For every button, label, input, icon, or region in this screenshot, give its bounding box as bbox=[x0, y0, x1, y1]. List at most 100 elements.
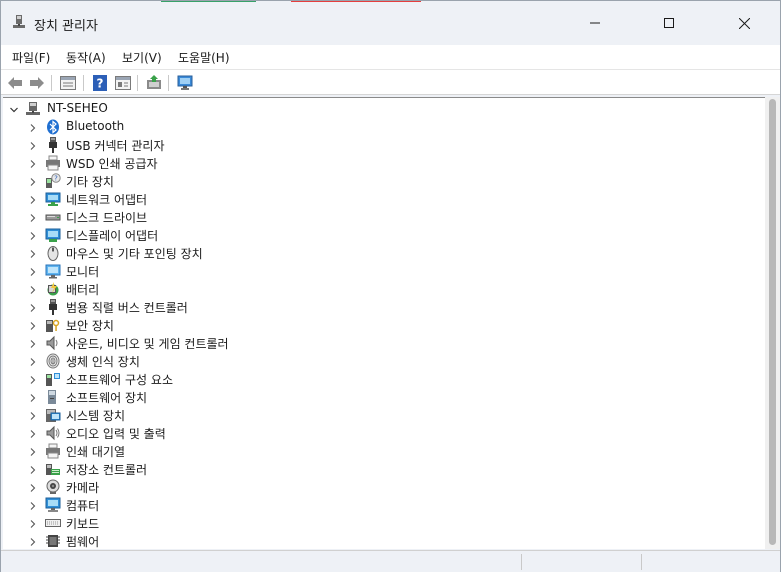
tree-item[interactable]: 범용 직렬 버스 컨트롤러 bbox=[3, 298, 763, 316]
tree-item[interactable]: 오디오 입력 및 출력 bbox=[3, 424, 763, 442]
tree-item[interactable]: 마우스 및 기타 포인팅 장치 bbox=[3, 244, 763, 262]
tree-item-label: 시스템 장치 bbox=[66, 409, 126, 423]
chevron-right-icon[interactable] bbox=[28, 230, 38, 240]
fingerprint-icon bbox=[45, 353, 61, 369]
print-queue-icon bbox=[45, 443, 61, 459]
tree-item[interactable]: 네트워크 어댑터 bbox=[3, 190, 763, 208]
title-bar[interactable]: 장치 관리자 bbox=[1, 1, 780, 45]
window-title: 장치 관리자 bbox=[34, 19, 98, 34]
status-cell bbox=[521, 554, 641, 570]
chevron-right-icon[interactable] bbox=[28, 482, 38, 492]
chevron-right-icon[interactable] bbox=[28, 140, 38, 150]
tree-item[interactable]: 보안 장치 bbox=[3, 316, 763, 334]
tree-item[interactable]: WSD 인쇄 공급자 bbox=[3, 154, 763, 172]
tree-item[interactable]: Bluetooth bbox=[3, 118, 763, 136]
minimize-button[interactable] bbox=[572, 1, 618, 45]
chevron-right-icon[interactable] bbox=[28, 176, 38, 186]
chevron-right-icon[interactable] bbox=[28, 356, 38, 366]
maximize-button[interactable] bbox=[646, 1, 692, 45]
chevron-right-icon[interactable] bbox=[28, 302, 38, 312]
tree-item[interactable]: USB 커넥터 관리자 bbox=[3, 136, 763, 154]
tree-item-label: 사운드, 비디오 및 게임 컨트롤러 bbox=[66, 337, 229, 351]
tree-item-label: 저장소 컨트롤러 bbox=[66, 463, 148, 477]
chevron-right-icon[interactable] bbox=[28, 410, 38, 420]
tree-item[interactable]: 소프트웨어 장치 bbox=[3, 388, 763, 406]
chevron-right-icon[interactable] bbox=[28, 536, 38, 546]
monitor-icon bbox=[45, 263, 61, 279]
monitor-scan-icon[interactable] bbox=[176, 74, 194, 92]
chevron-down-icon[interactable] bbox=[9, 104, 19, 114]
chevron-right-icon[interactable] bbox=[28, 194, 38, 204]
chevron-right-icon[interactable] bbox=[28, 212, 38, 222]
tree-item[interactable]: ? 기타 장치 bbox=[3, 172, 763, 190]
toolbar-separator bbox=[51, 75, 52, 91]
tree-item-label: 생체 인식 장치 bbox=[66, 355, 140, 369]
tree-item[interactable]: 카메라 bbox=[3, 478, 763, 496]
menu-view[interactable]: 보기(V) bbox=[122, 49, 162, 66]
tree-item-label: 소프트웨어 구성 요소 bbox=[66, 373, 173, 387]
tree-item[interactable]: 키보드 bbox=[3, 514, 763, 532]
chevron-right-icon[interactable] bbox=[28, 500, 38, 510]
svg-text:?: ? bbox=[97, 77, 104, 91]
computer-icon bbox=[45, 497, 61, 513]
tree-item-label: 범용 직렬 버스 컨트롤러 bbox=[66, 301, 188, 315]
details-view-icon[interactable] bbox=[114, 74, 132, 92]
tree-item[interactable]: 배터리 bbox=[3, 280, 763, 298]
chevron-right-icon[interactable] bbox=[28, 374, 38, 384]
tree-item[interactable]: 생체 인식 장치 bbox=[3, 352, 763, 370]
chevron-right-icon[interactable] bbox=[28, 158, 38, 168]
forward-icon[interactable] bbox=[28, 74, 46, 92]
chevron-right-icon[interactable] bbox=[28, 428, 38, 438]
tree-item-label: 소프트웨어 장치 bbox=[66, 391, 148, 405]
tree-item[interactable]: 소프트웨어 구성 요소 bbox=[3, 370, 763, 388]
tree-item-label: 네트워크 어댑터 bbox=[66, 193, 148, 207]
tree-item-label: 오디오 입력 및 출력 bbox=[66, 427, 166, 441]
chevron-right-icon[interactable] bbox=[28, 518, 38, 528]
tree-item[interactable]: 모니터 bbox=[3, 262, 763, 280]
chevron-right-icon[interactable] bbox=[28, 392, 38, 402]
tree-item-label: WSD 인쇄 공급자 bbox=[66, 157, 158, 171]
close-button[interactable] bbox=[721, 1, 767, 45]
tree-root-computer[interactable]: NT-SEHEO bbox=[3, 100, 763, 118]
chevron-right-icon[interactable] bbox=[28, 464, 38, 474]
tree-item-label: 디스플레이 어댑터 bbox=[66, 229, 159, 243]
network-adapter-icon bbox=[45, 191, 61, 207]
tree-item[interactable]: 사운드, 비디오 및 게임 컨트롤러 bbox=[3, 334, 763, 352]
chevron-right-icon[interactable] bbox=[28, 338, 38, 348]
toolbar-separator bbox=[137, 75, 138, 91]
tree-item[interactable]: 인쇄 대기열 bbox=[3, 442, 763, 460]
vertical-scrollbar[interactable] bbox=[765, 97, 780, 549]
chevron-right-icon[interactable] bbox=[28, 446, 38, 456]
sound-icon bbox=[45, 335, 61, 351]
status-bar bbox=[1, 550, 780, 572]
menu-action[interactable]: 동작(A) bbox=[66, 49, 106, 66]
computer-root-icon bbox=[25, 101, 41, 117]
properties-view-icon[interactable] bbox=[59, 74, 77, 92]
device-tree[interactable]: NT-SEHEO Bluetooth USB 커넥터 관리자 WSD 인쇄 공급자? 기… bbox=[3, 97, 765, 549]
tree-item[interactable]: 컴퓨터 bbox=[3, 496, 763, 514]
mouse-icon bbox=[45, 245, 61, 261]
tree-item[interactable]: 저장소 컨트롤러 bbox=[3, 460, 763, 478]
tree-item-label: 모니터 bbox=[66, 265, 100, 279]
toolbar-separator bbox=[168, 75, 169, 91]
tree-item[interactable]: 펌웨어 bbox=[3, 532, 763, 549]
update-driver-icon[interactable] bbox=[145, 74, 163, 92]
system-device-icon bbox=[45, 407, 61, 423]
menu-file[interactable]: 파일(F) bbox=[12, 49, 50, 66]
chevron-right-icon[interactable] bbox=[28, 266, 38, 276]
help-icon[interactable]: ? bbox=[91, 74, 109, 92]
chevron-right-icon[interactable] bbox=[28, 284, 38, 294]
tree-item[interactable]: 디스크 드라이브 bbox=[3, 208, 763, 226]
menu-help[interactable]: 도움말(H) bbox=[178, 49, 230, 66]
chevron-right-icon[interactable] bbox=[28, 122, 38, 132]
scrollbar-thumb[interactable] bbox=[769, 99, 776, 545]
bluetooth-icon bbox=[45, 119, 61, 135]
tree-item-label: 배터리 bbox=[66, 283, 100, 297]
back-icon[interactable] bbox=[6, 74, 24, 92]
chevron-right-icon[interactable] bbox=[28, 248, 38, 258]
tree-item[interactable]: 시스템 장치 bbox=[3, 406, 763, 424]
unknown-device-icon: ? bbox=[45, 173, 61, 189]
tree-item[interactable]: 디스플레이 어댑터 bbox=[3, 226, 763, 244]
chevron-right-icon[interactable] bbox=[28, 320, 38, 330]
toolbar: ? bbox=[1, 69, 780, 95]
